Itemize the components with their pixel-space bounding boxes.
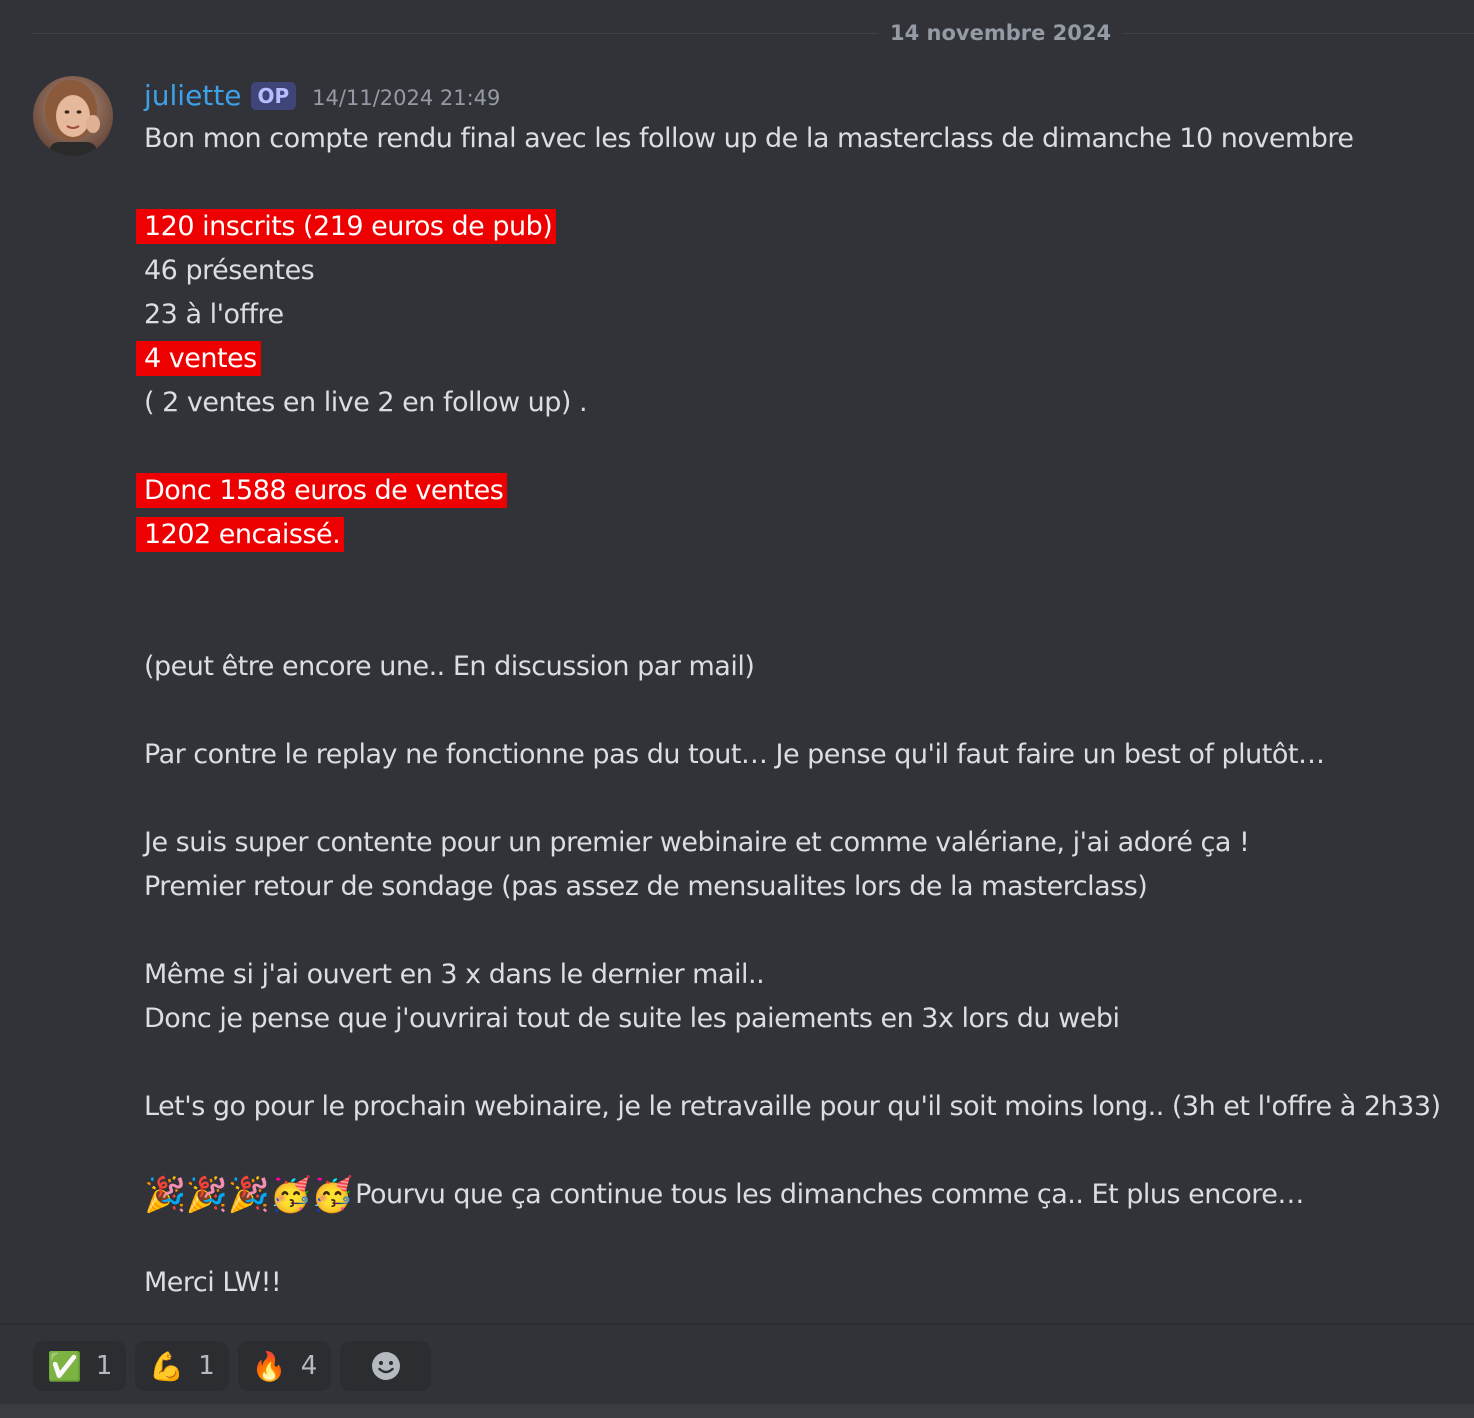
party-popper-icon: 🎉🎉🎉🥳🥳	[144, 1175, 354, 1215]
reactions-divider	[0, 1323, 1474, 1325]
message-line-highlighted: Donc 1588 euros de ventes	[136, 469, 1474, 513]
emoji-line-text: Pourvu que ça continue tous les dimanche…	[355, 1179, 1304, 1210]
message-line: Bon mon compte rendu final avec les foll…	[144, 123, 1354, 154]
message-line: (peut être encore une.. En discussion pa…	[144, 651, 755, 682]
username[interactable]: juliette	[144, 78, 242, 114]
reaction-check[interactable]: ✅ 1	[33, 1341, 127, 1391]
reaction-count: 1	[95, 1351, 113, 1381]
highlight-text: 120 inscrits (219 euros de pub)	[136, 209, 557, 244]
avatar[interactable]	[33, 76, 113, 156]
message-line: Donc je pense que j'ouvrirai tout de sui…	[144, 1003, 1120, 1034]
message-timestamp[interactable]: 14/11/2024 21:49	[312, 79, 500, 113]
check-mark-icon: ✅	[47, 1349, 82, 1383]
message-line: Premier retour de sondage (pas assez de …	[144, 871, 1148, 902]
message-line: Même si j'ai ouvert en 3 x dans le derni…	[144, 959, 765, 990]
message-line: 46 présentes	[144, 255, 315, 286]
highlight-text: Donc 1588 euros de ventes	[136, 473, 508, 508]
date-divider-label: 14 novembre 2024	[878, 18, 1124, 48]
highlight-text: 1202 encaissé.	[136, 517, 345, 552]
message-content: Bon mon compte rendu final avec les foll…	[136, 117, 1474, 1305]
message-line-highlighted: 1202 encaissé.	[136, 513, 1474, 557]
add-reaction-button[interactable]	[340, 1341, 432, 1391]
reaction-biceps[interactable]: 💪 1	[135, 1341, 229, 1391]
message-line: ( 2 ventes en live 2 en follow up) .	[144, 387, 588, 418]
message-line-emojis: 🎉🎉🎉🥳🥳 Pourvu que ça continue tous les di…	[144, 1173, 1474, 1217]
reaction-count: 1	[198, 1351, 215, 1381]
message-line-highlighted: 4 ventes	[136, 337, 1474, 381]
avatar-image	[33, 76, 113, 156]
highlight-text: 4 ventes	[136, 341, 261, 376]
reaction-fire[interactable]: 🔥 4	[237, 1341, 332, 1391]
message-line: Par contre le replay ne fonctionne pas d…	[144, 739, 1325, 770]
flexed-biceps-icon: 💪	[149, 1349, 185, 1383]
message-header: juliette OP 14/11/2024 21:49	[144, 76, 500, 116]
message-line: Je suis super contente pour un premier w…	[144, 827, 1250, 858]
smiley-add-reaction-icon	[371, 1352, 400, 1380]
message-line: Merci LW!!	[144, 1267, 282, 1298]
fire-icon: 🔥	[251, 1349, 287, 1383]
reactions-bar: ✅ 1 💪 1 🔥 4	[33, 1341, 432, 1391]
message-line: Let's go pour le prochain webinaire, je …	[144, 1091, 1441, 1122]
date-divider-line	[32, 33, 1474, 34]
reaction-count: 4	[300, 1351, 318, 1381]
message-line-highlighted: 120 inscrits (219 euros de pub)	[136, 205, 1474, 249]
bottom-bar	[0, 1404, 1474, 1418]
message-line: 23 à l'offre	[144, 299, 284, 330]
op-badge: OP	[250, 82, 297, 110]
